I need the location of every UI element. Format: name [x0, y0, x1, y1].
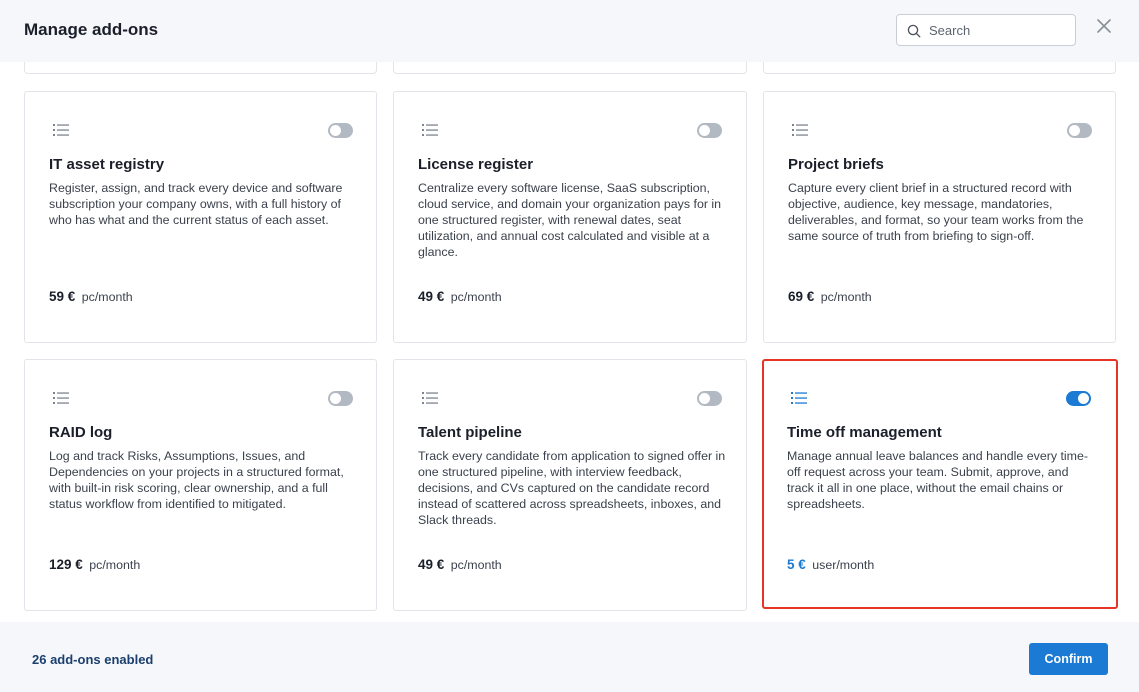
addon-card-partial	[763, 62, 1116, 74]
price-amount: 59 €	[49, 289, 76, 304]
price-amount: 69 €	[788, 289, 815, 304]
addon-description: Capture every client brief in a structur…	[788, 181, 1084, 243]
confirm-button[interactable]: Confirm	[1029, 643, 1108, 675]
addon-description: Centralize every software license, SaaS …	[418, 181, 722, 259]
addon-price: 49 € pc/month	[418, 289, 502, 304]
price-unit: pc/month	[450, 558, 502, 572]
addon-title: Project briefs	[788, 156, 884, 173]
list-icon	[422, 392, 438, 404]
addon-card-it-asset-registry[interactable]: IT asset registry Register, assign, and …	[24, 91, 377, 343]
price-unit: pc/month	[89, 558, 141, 572]
addon-card-license-register[interactable]: License register Centralize every softwa…	[393, 91, 747, 343]
modal-header: Manage add-ons	[0, 0, 1139, 62]
addon-card-partial	[393, 62, 747, 74]
manage-addons-modal: Manage add-ons IT asse	[0, 0, 1139, 692]
addon-card-raid-log[interactable]: RAID log Log and track Risks, Assumption…	[24, 359, 377, 611]
addon-description: Register, assign, and track every device…	[49, 181, 343, 227]
addon-toggle[interactable]	[1067, 123, 1092, 138]
addon-price: 5 € user/month	[787, 557, 874, 572]
addon-card-partial	[24, 62, 377, 74]
price-unit: user/month	[812, 558, 875, 572]
list-icon	[422, 124, 438, 136]
price-amount: 49 €	[418, 557, 445, 572]
addon-price: 69 € pc/month	[788, 289, 872, 304]
search-box[interactable]	[896, 14, 1076, 46]
addon-price: 129 € pc/month	[49, 557, 140, 572]
addon-toggle[interactable]	[697, 391, 722, 406]
addon-toggle[interactable]	[697, 123, 722, 138]
search-input[interactable]	[929, 16, 1069, 44]
addon-toggle[interactable]	[1066, 391, 1091, 406]
addon-title: Time off management	[787, 424, 942, 441]
addon-card-time-off-management[interactable]: Time off management Manage annual leave …	[762, 359, 1118, 609]
price-unit: pc/month	[450, 290, 502, 304]
toggle-knob	[1078, 393, 1089, 404]
list-icon	[53, 124, 69, 136]
price-unit: pc/month	[81, 290, 133, 304]
addon-price: 49 € pc/month	[418, 557, 502, 572]
addon-toggle[interactable]	[328, 123, 353, 138]
addon-title: Talent pipeline	[418, 424, 522, 441]
addon-toggle[interactable]	[328, 391, 353, 406]
price-unit: pc/month	[820, 290, 872, 304]
addon-description: Manage annual leave balances and handle …	[787, 449, 1089, 511]
addon-price: 59 € pc/month	[49, 289, 133, 304]
addon-card-project-briefs[interactable]: Project briefs Capture every client brie…	[763, 91, 1116, 343]
modal-title: Manage add-ons	[24, 20, 159, 39]
price-amount: 129 €	[49, 557, 83, 572]
toggle-knob	[699, 125, 710, 136]
addon-description: Track every candidate from application t…	[418, 449, 726, 527]
list-icon	[791, 392, 807, 404]
addon-title: License register	[418, 156, 534, 173]
toggle-knob	[699, 393, 710, 404]
list-icon	[792, 124, 808, 136]
addon-title: IT asset registry	[49, 156, 165, 173]
addons-grid[interactable]: IT asset registry Register, assign, and …	[0, 62, 1139, 622]
addon-title: RAID log	[49, 424, 113, 441]
close-icon	[1097, 19, 1111, 33]
toggle-knob	[1069, 125, 1080, 136]
price-amount: 5 €	[787, 557, 806, 572]
list-icon	[53, 392, 69, 404]
enabled-count: 26 add-ons enabled	[32, 652, 154, 667]
search-icon	[907, 24, 921, 38]
modal-footer: 26 add-ons enabled Confirm	[0, 622, 1139, 692]
toggle-knob	[330, 393, 341, 404]
price-amount: 49 €	[418, 289, 445, 304]
close-button[interactable]	[1094, 16, 1114, 36]
addon-description: Log and track Risks, Assumptions, Issues…	[49, 449, 344, 511]
toggle-knob	[330, 125, 341, 136]
addon-card-talent-pipeline[interactable]: Talent pipeline Track every candidate fr…	[393, 359, 747, 611]
